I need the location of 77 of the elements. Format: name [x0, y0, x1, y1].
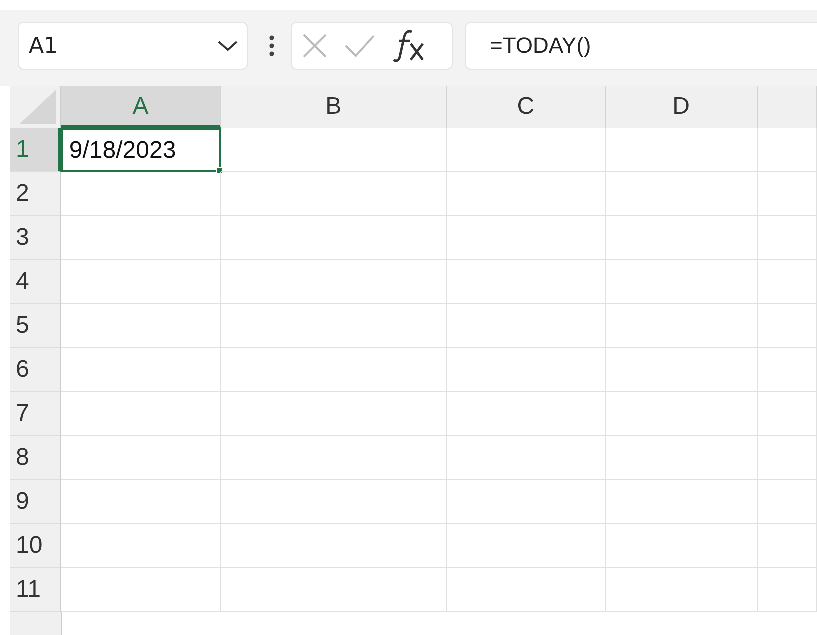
- column-header[interactable]: C: [447, 86, 606, 128]
- table-cell[interactable]: [61, 304, 222, 348]
- table-cell[interactable]: [447, 128, 606, 172]
- table-cell[interactable]: [447, 436, 606, 480]
- table-cell[interactable]: [606, 128, 758, 172]
- table-cell[interactable]: [758, 392, 817, 436]
- table-cell[interactable]: [447, 524, 606, 568]
- row-header[interactable]: 3: [10, 216, 62, 260]
- table-cell[interactable]: [606, 436, 758, 480]
- function-icon[interactable]: [392, 29, 426, 63]
- table-cell[interactable]: [221, 172, 448, 216]
- table-cell[interactable]: [61, 348, 222, 392]
- table-cell[interactable]: [758, 348, 817, 392]
- row-header[interactable]: 9: [10, 480, 62, 524]
- table-cell[interactable]: [758, 128, 817, 172]
- name-box[interactable]: A1: [18, 22, 248, 70]
- row-header[interactable]: 8: [10, 436, 62, 480]
- chevron-down-icon: [217, 39, 239, 53]
- table-cell[interactable]: [61, 480, 222, 524]
- table-cell[interactable]: [221, 480, 448, 524]
- table-cell[interactable]: [758, 524, 817, 568]
- table-cell[interactable]: [606, 392, 758, 436]
- table-cell[interactable]: [61, 568, 222, 612]
- table-cell[interactable]: [758, 480, 817, 524]
- column-header[interactable]: A: [61, 86, 222, 128]
- table-cell[interactable]: [758, 260, 817, 304]
- row-header[interactable]: 2: [10, 172, 62, 216]
- table-cell[interactable]: [447, 216, 606, 260]
- table-cell[interactable]: [221, 348, 448, 392]
- table-cell[interactable]: [606, 480, 758, 524]
- checkmark-icon[interactable]: [344, 34, 376, 58]
- table-cell[interactable]: [606, 568, 758, 612]
- column-header[interactable]: B: [221, 86, 448, 128]
- column-header[interactable]: D: [606, 86, 758, 128]
- table-cell[interactable]: [606, 260, 758, 304]
- row-header[interactable]: 4: [10, 260, 62, 304]
- table-cell[interactable]: [758, 568, 817, 612]
- table-cell[interactable]: [221, 392, 448, 436]
- table-cell[interactable]: [447, 568, 606, 612]
- table-cell[interactable]: [606, 216, 758, 260]
- table-cell[interactable]: [221, 304, 448, 348]
- row-header[interactable]: 10: [10, 524, 62, 568]
- table-cell[interactable]: [758, 172, 817, 216]
- table-cell[interactable]: [221, 216, 448, 260]
- row-header[interactable]: 11: [10, 568, 62, 612]
- table-cell[interactable]: [447, 480, 606, 524]
- row-header[interactable]: 7: [10, 392, 62, 436]
- table-cell[interactable]: [221, 260, 448, 304]
- row-header[interactable]: 5: [10, 304, 62, 348]
- table-cell[interactable]: [758, 436, 817, 480]
- row-header[interactable]: 6: [10, 348, 62, 392]
- formula-field[interactable]: =TODAY(): [465, 22, 817, 70]
- table-cell[interactable]: [447, 172, 606, 216]
- table-cell[interactable]: [61, 524, 222, 568]
- table-cell[interactable]: [606, 172, 758, 216]
- table-cell[interactable]: 9/18/2023: [61, 128, 222, 172]
- table-cell[interactable]: [447, 392, 606, 436]
- table-cell[interactable]: [758, 216, 817, 260]
- table-cell[interactable]: [61, 392, 222, 436]
- table-cell[interactable]: [758, 304, 817, 348]
- table-cell[interactable]: [61, 172, 222, 216]
- table-cell[interactable]: [447, 260, 606, 304]
- table-cell[interactable]: [221, 128, 448, 172]
- table-cell[interactable]: [221, 436, 448, 480]
- table-cell[interactable]: [447, 304, 606, 348]
- table-cell[interactable]: [61, 436, 222, 480]
- table-cell[interactable]: [61, 216, 222, 260]
- table-cell[interactable]: [606, 304, 758, 348]
- table-cell[interactable]: [221, 524, 448, 568]
- table-cell[interactable]: [606, 348, 758, 392]
- cancel-icon[interactable]: [302, 33, 328, 59]
- table-cell[interactable]: [447, 348, 606, 392]
- more-icon[interactable]: [269, 35, 275, 57]
- table-cell[interactable]: [221, 568, 448, 612]
- row-header[interactable]: 1: [10, 128, 62, 172]
- table-cell[interactable]: [61, 260, 222, 304]
- table-cell[interactable]: [606, 524, 758, 568]
